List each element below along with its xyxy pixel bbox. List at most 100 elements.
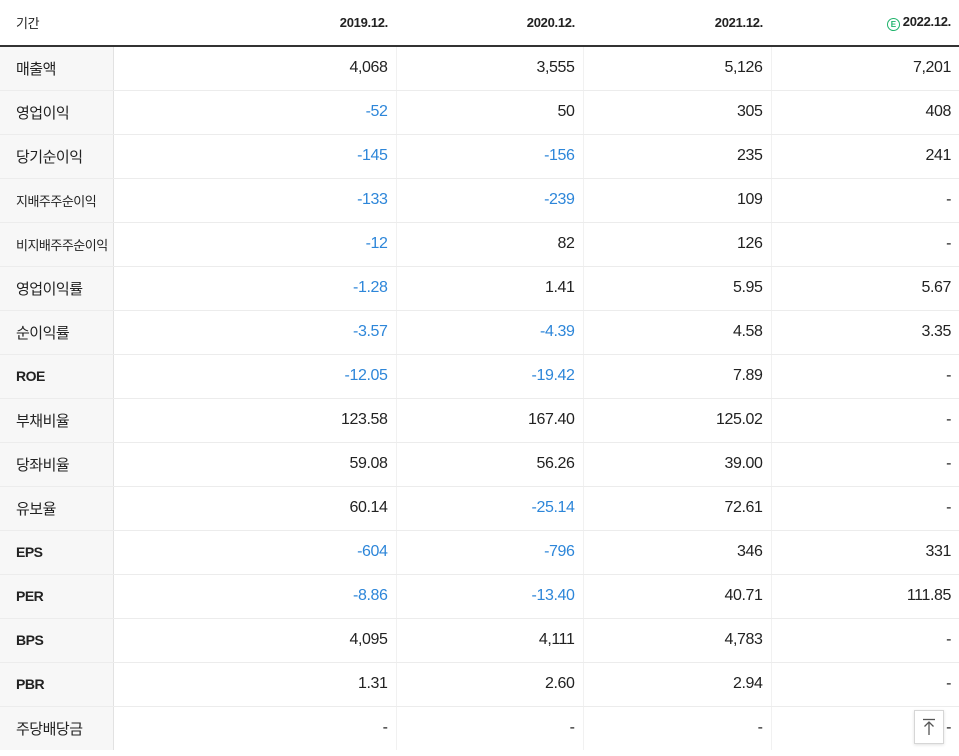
table-row: BPS 4,095 4,111 4,783-	[0, 618, 959, 663]
table-row: 영업이익 -52 50 305 408	[0, 90, 959, 135]
value-cell: 408	[771, 90, 959, 135]
value-cell: -	[771, 222, 959, 267]
estimate-icon: E	[886, 18, 900, 31]
value-cell: 125.02	[583, 397, 772, 443]
financial-summary-table: 기간 2019.12. 2020.12. 2021.12. E 2022.12. …	[0, 0, 959, 750]
value-cell: 39.00	[583, 442, 772, 487]
value-cell: 241	[771, 134, 959, 179]
value-cell: -239	[396, 178, 584, 223]
value-cell: 2.60	[396, 662, 584, 707]
value-cell: -8.86	[113, 574, 397, 619]
value-cell: -145	[113, 134, 397, 179]
value-cell: 126	[583, 222, 772, 267]
value-cell: 82	[396, 222, 584, 267]
period-header: 2019.12.	[113, 0, 396, 47]
value-cell: 4,111	[396, 618, 584, 663]
value-cell: -3.57	[113, 310, 397, 355]
value-cell: 60.14	[113, 486, 397, 531]
value-cell: 167.40	[396, 397, 584, 443]
value-cell: -	[771, 442, 959, 487]
row-label: ROE	[0, 354, 114, 399]
value-cell: 305	[583, 90, 772, 135]
table-row: 주당배당금 - - - -	[0, 705, 959, 750]
value-cell: 59.08	[113, 442, 397, 487]
value-cell: -	[771, 397, 959, 443]
value-cell: 72.61	[583, 486, 772, 531]
row-label: 당좌비율	[0, 442, 114, 487]
table-row: 비지배주주순이익 -12 82 126-	[0, 222, 959, 267]
row-label: 당기순이익	[0, 134, 114, 179]
value-cell: 50	[396, 90, 584, 135]
value-cell: 5,126	[583, 46, 772, 91]
table-row: 영업이익률 -1.28 1.41 5.95 5.67	[0, 265, 959, 311]
value-cell: 40.71	[583, 574, 772, 619]
value-cell: -12	[113, 222, 397, 267]
value-cell: -	[113, 705, 397, 750]
row-label: 매출액	[0, 46, 114, 91]
table-row: ROE -12.05 -19.42 7.89-	[0, 354, 959, 399]
value-cell: 4.58	[583, 310, 772, 355]
table-row: 부채비율 123.58 167.40 125.02-	[0, 397, 959, 443]
table-row: 매출액 4,068 3,555 5,126 7,201	[0, 46, 959, 91]
value-cell: -52	[113, 90, 397, 135]
row-label: EPS	[0, 529, 114, 575]
value-cell: 123.58	[113, 397, 397, 443]
value-cell: 5.67	[771, 265, 959, 311]
value-cell: -	[771, 486, 959, 531]
value-cell: -133	[113, 178, 397, 223]
value-cell: -19.42	[396, 354, 584, 399]
value-cell: -	[771, 354, 959, 399]
table-row: 당기순이익 -145 -156 235 241	[0, 134, 959, 179]
value-cell: 4,095	[113, 618, 397, 663]
row-label: PBR	[0, 662, 114, 707]
table-row: EPS -604 -796 346 331	[0, 529, 959, 575]
value-cell: -	[771, 178, 959, 223]
arrow-up-to-top-icon	[923, 718, 935, 735]
row-label: 주당배당금	[0, 705, 114, 750]
value-cell: 2.94	[583, 662, 772, 707]
value-cell: -156	[396, 134, 584, 179]
table-row: 순이익률 -3.57 -4.39 4.58 3.35	[0, 310, 959, 355]
value-cell: -	[771, 662, 959, 707]
table-row: 당좌비율 59.08 56.26 39.00-	[0, 442, 959, 487]
value-cell: -13.40	[396, 574, 584, 619]
value-cell: -	[771, 618, 959, 663]
row-label: 영업이익률	[0, 265, 114, 311]
value-cell: -4.39	[396, 310, 584, 355]
row-label: 지배주주순이익	[0, 178, 114, 223]
period-header: 2021.12.	[583, 0, 771, 47]
value-cell: -	[583, 705, 772, 750]
period-header-label: 2022.12.	[902, 14, 952, 29]
row-label: 영업이익	[0, 90, 114, 135]
value-cell: 235	[583, 134, 772, 179]
value-cell: 111.85	[771, 574, 959, 619]
value-cell: 4,068	[113, 46, 397, 91]
value-cell: -	[396, 705, 584, 750]
table-row: PER -8.86 -13.40 40.71 111.85	[0, 574, 959, 619]
value-cell: 1.31	[113, 662, 397, 707]
row-label: PER	[0, 574, 114, 619]
value-cell: 109	[583, 178, 772, 223]
value-cell: 56.26	[396, 442, 584, 487]
value-cell: -12.05	[113, 354, 397, 399]
row-label: 부채비율	[0, 397, 114, 443]
period-label: 기간	[0, 0, 113, 47]
value-cell: 331	[771, 529, 959, 575]
value-cell: 7,201	[771, 46, 959, 91]
row-label: 순이익률	[0, 310, 114, 355]
table-row: 유보율 60.14 -25.14 72.61-	[0, 486, 959, 531]
header-row: 기간 2019.12. 2020.12. 2021.12. E 2022.12.	[0, 0, 959, 47]
value-cell: -1.28	[113, 265, 397, 311]
value-cell: -25.14	[396, 486, 584, 531]
value-cell: -604	[113, 529, 397, 575]
value-cell: 4,783	[583, 618, 772, 663]
table-row: PBR 1.31 2.60 2.94-	[0, 662, 959, 707]
value-cell: 1.41	[396, 265, 584, 311]
period-header-estimate: E 2022.12.	[771, 0, 959, 47]
row-label: BPS	[0, 618, 114, 663]
value-cell: 7.89	[583, 354, 772, 399]
scroll-top-button[interactable]	[914, 710, 944, 744]
value-cell: 3.35	[771, 310, 959, 355]
value-cell: -796	[396, 529, 584, 575]
row-label: 유보율	[0, 486, 114, 531]
